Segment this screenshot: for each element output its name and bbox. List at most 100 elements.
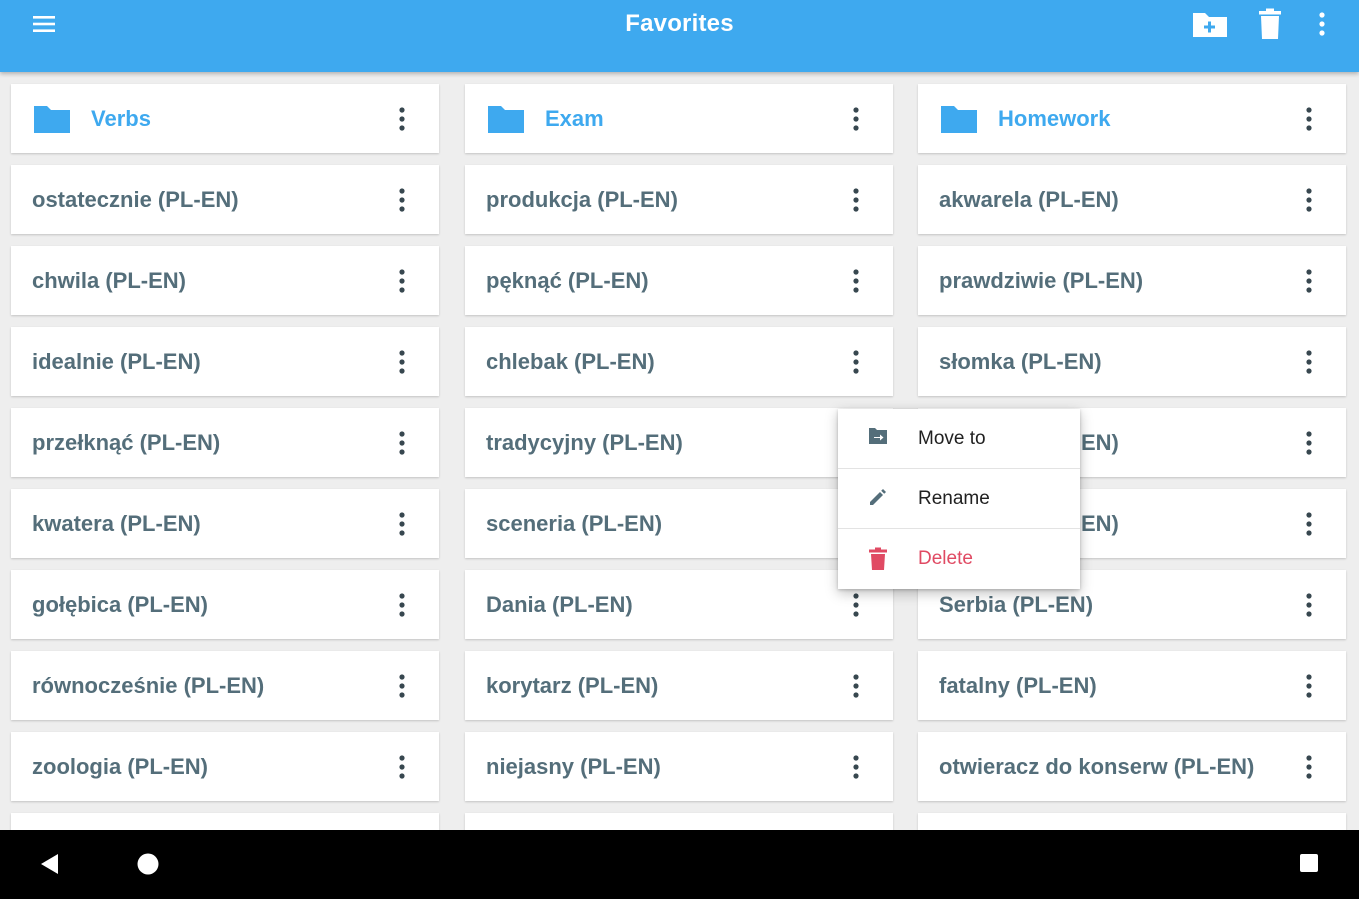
system-nav-bar bbox=[0, 830, 1359, 899]
folder-card[interactable]: Exam bbox=[465, 84, 893, 153]
word-more-button[interactable] bbox=[387, 752, 417, 782]
home-button[interactable] bbox=[136, 852, 160, 881]
word-label: słomka (PL-EN) bbox=[939, 349, 1102, 374]
folder-more-button[interactable] bbox=[387, 104, 417, 134]
more-vert-icon bbox=[1319, 12, 1325, 36]
word-more-button[interactable] bbox=[387, 671, 417, 701]
word-more-button[interactable] bbox=[387, 266, 417, 296]
new-folder-button[interactable] bbox=[1188, 2, 1232, 46]
folder-icon bbox=[34, 106, 70, 133]
word-card[interactable]: Dania (PL-EN) bbox=[465, 570, 893, 639]
word-card[interactable]: słomka (PL-EN) bbox=[918, 327, 1346, 396]
word-card[interactable]: niejasny (PL-EN) bbox=[465, 732, 893, 801]
word-card-partial[interactable] bbox=[465, 813, 893, 830]
word-card[interactable]: korytarz (PL-EN) bbox=[465, 651, 893, 720]
more-vert-icon bbox=[399, 269, 405, 293]
word-label: niejasny (PL-EN) bbox=[486, 754, 661, 779]
more-vert-icon bbox=[399, 188, 405, 212]
word-label: idealnie (PL-EN) bbox=[32, 349, 201, 374]
word-more-button[interactable] bbox=[1294, 590, 1324, 620]
word-card[interactable]: kwatera (PL-EN) bbox=[11, 489, 439, 558]
word-more-button[interactable] bbox=[387, 347, 417, 377]
word-more-button[interactable] bbox=[841, 347, 871, 377]
trash-icon bbox=[869, 547, 887, 570]
folder-name: Verbs bbox=[91, 106, 151, 131]
menu-item-move-to[interactable]: Move to bbox=[838, 409, 1080, 469]
word-more-button[interactable] bbox=[841, 185, 871, 215]
word-card[interactable]: chlebak (PL-EN) bbox=[465, 327, 893, 396]
word-card[interactable]: gołębica (PL-EN) bbox=[11, 570, 439, 639]
word-more-button[interactable] bbox=[841, 752, 871, 782]
word-label: ostatecznie (PL-EN) bbox=[32, 187, 239, 212]
overflow-menu-button[interactable] bbox=[1305, 2, 1339, 46]
more-vert-icon bbox=[853, 350, 859, 374]
word-label: chlebak (PL-EN) bbox=[486, 349, 655, 374]
word-label: kwatera (PL-EN) bbox=[32, 511, 201, 536]
word-more-button[interactable] bbox=[387, 185, 417, 215]
folder-card[interactable]: Homework bbox=[918, 84, 1346, 153]
menu-item-label: Move to bbox=[918, 428, 986, 449]
more-vert-icon bbox=[853, 188, 859, 212]
app-bar: Favorites bbox=[0, 0, 1359, 72]
more-vert-icon bbox=[1306, 107, 1312, 131]
word-more-button[interactable] bbox=[841, 590, 871, 620]
word-card[interactable]: idealnie (PL-EN) bbox=[11, 327, 439, 396]
word-card[interactable]: przełknąć (PL-EN) bbox=[11, 408, 439, 477]
word-card[interactable]: sceneria (PL-EN) bbox=[465, 489, 893, 558]
word-more-button[interactable] bbox=[387, 590, 417, 620]
word-more-button[interactable] bbox=[841, 266, 871, 296]
word-more-button[interactable] bbox=[387, 428, 417, 458]
folder-more-button[interactable] bbox=[841, 104, 871, 134]
more-vert-icon bbox=[399, 431, 405, 455]
word-card[interactable]: fatalny (PL-EN) bbox=[918, 651, 1346, 720]
more-vert-icon bbox=[1306, 512, 1312, 536]
recents-button[interactable] bbox=[1298, 852, 1320, 879]
more-vert-icon bbox=[1306, 674, 1312, 698]
word-card[interactable]: prawdziwie (PL-EN) bbox=[918, 246, 1346, 315]
folder-card[interactable]: Verbs bbox=[11, 84, 439, 153]
menu-item-label: Rename bbox=[918, 488, 990, 509]
move-to-folder-icon bbox=[869, 428, 887, 444]
folder-more-button[interactable] bbox=[1294, 104, 1324, 134]
more-vert-icon bbox=[853, 107, 859, 131]
word-card[interactable]: produkcja (PL-EN) bbox=[465, 165, 893, 234]
word-card-partial[interactable] bbox=[11, 813, 439, 830]
word-label: EN) bbox=[1081, 511, 1119, 536]
word-card[interactable]: chwila (PL-EN) bbox=[11, 246, 439, 315]
home-icon bbox=[137, 853, 159, 875]
word-more-button[interactable] bbox=[1294, 671, 1324, 701]
word-more-button[interactable] bbox=[387, 509, 417, 539]
more-vert-icon bbox=[1306, 593, 1312, 617]
word-more-button[interactable] bbox=[841, 671, 871, 701]
word-more-button[interactable] bbox=[1294, 752, 1324, 782]
menu-item-label: Delete bbox=[918, 548, 973, 569]
word-card[interactable]: pęknąć (PL-EN) bbox=[465, 246, 893, 315]
word-card[interactable]: tradycyjny (PL-EN) bbox=[465, 408, 893, 477]
word-label: tradycyjny (PL-EN) bbox=[486, 430, 683, 455]
word-label: Dania (PL-EN) bbox=[486, 592, 633, 617]
word-more-button[interactable] bbox=[1294, 428, 1324, 458]
delete-all-button[interactable] bbox=[1250, 2, 1290, 46]
word-label: akwarela (PL-EN) bbox=[939, 187, 1119, 212]
word-more-button[interactable] bbox=[1294, 266, 1324, 296]
word-card[interactable]: otwieracz do konserw (PL-EN) bbox=[918, 732, 1346, 801]
more-vert-icon bbox=[853, 755, 859, 779]
word-card[interactable]: zoologia (PL-EN) bbox=[11, 732, 439, 801]
more-vert-icon bbox=[399, 350, 405, 374]
more-vert-icon bbox=[853, 593, 859, 617]
word-label: zoologia (PL-EN) bbox=[32, 754, 208, 779]
menu-item-delete[interactable]: Delete bbox=[838, 529, 1080, 589]
word-more-button[interactable] bbox=[1294, 185, 1324, 215]
word-more-button[interactable] bbox=[1294, 347, 1324, 377]
menu-item-rename[interactable]: Rename bbox=[838, 469, 1080, 529]
word-card[interactable]: równocześnie (PL-EN) bbox=[11, 651, 439, 720]
folder-name: Homework bbox=[998, 106, 1111, 131]
folder-icon bbox=[941, 106, 977, 133]
word-label: chwila (PL-EN) bbox=[32, 268, 187, 293]
word-card[interactable]: akwarela (PL-EN) bbox=[918, 165, 1346, 234]
word-more-button[interactable] bbox=[1294, 509, 1324, 539]
word-card[interactable]: ostatecznie (PL-EN) bbox=[11, 165, 439, 234]
more-vert-icon bbox=[399, 755, 405, 779]
word-card-partial[interactable] bbox=[918, 813, 1346, 830]
back-button[interactable] bbox=[38, 852, 60, 881]
